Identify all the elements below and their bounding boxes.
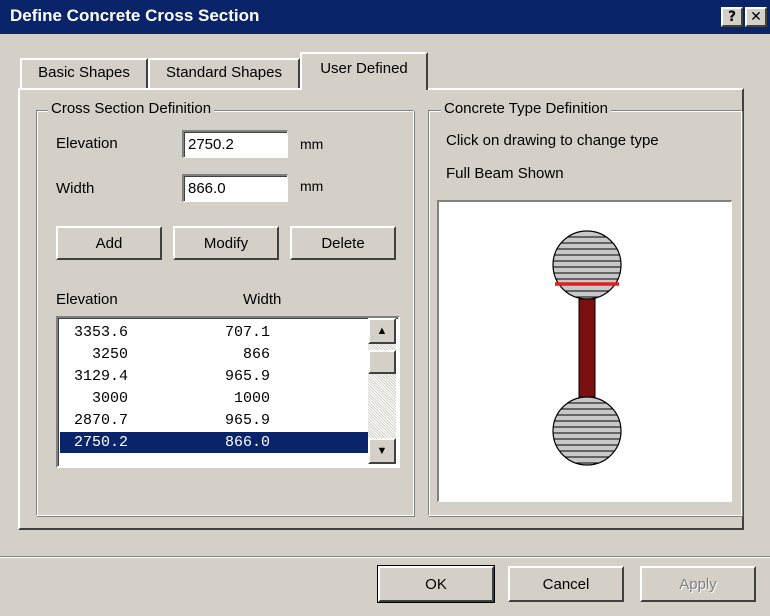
ok-button[interactable]: OK [377,565,495,603]
arrow-down-icon: ▼ [376,445,388,457]
add-button[interactable]: Add [56,226,162,260]
concrete-type-instruction: Click on drawing to change type [446,132,659,149]
width-label: Width [56,180,95,197]
column-header-width: Width [243,291,282,308]
delete-button[interactable]: Delete [290,226,396,260]
tab-user-defined[interactable]: User Defined [300,52,428,90]
footer-separator [0,556,770,558]
bottom-flange[interactable] [549,396,625,466]
column-header-elevation: Elevation [56,291,118,308]
elevation-width-list[interactable]: 3353.6 707.1 3250 866 3129.4 965.9 3000 1000 287… [56,316,400,468]
list-item-width: 1000 [233,390,270,407]
width-input[interactable] [182,174,288,202]
list-item[interactable]: 2750.2 866.0 [60,432,373,453]
beam-drawing[interactable] [439,202,731,501]
list-item-width: 707.1 [224,324,270,341]
list-item[interactable]: 3250 866 [60,344,373,365]
scroll-up-button[interactable]: ▲ [368,318,396,344]
concrete-type-legend: Concrete Type Definition [441,100,611,117]
list-item-width: 866.0 [224,434,270,451]
scroll-thumb[interactable] [368,350,396,374]
list-scrollbar[interactable]: ▲ ▼ [368,318,396,464]
arrow-up-icon: ▲ [376,325,388,337]
list-item-elevation: 2870.7 [73,412,128,429]
beam-drawing-canvas[interactable] [437,200,732,502]
list-item-elevation: 3000 [91,390,128,407]
list-item[interactable]: 2870.7 965.9 [60,410,373,431]
beam-web[interactable] [578,298,596,398]
list-item-elevation: 3129.4 [73,368,128,385]
cancel-button[interactable]: Cancel [508,566,624,602]
list-item-elevation: 2750.2 [73,434,128,451]
modify-button[interactable]: Modify [173,226,279,260]
list-item[interactable]: 3129.4 965.9 [60,366,373,387]
list-item-width: 866 [242,346,270,363]
list-item[interactable]: 3353.6 707.1 [60,322,373,343]
apply-button[interactable]: Apply [640,566,756,602]
elevation-input[interactable] [182,130,288,158]
beam-status-text: Full Beam Shown [446,165,564,182]
list-item-width: 965.9 [224,368,270,385]
list-item-elevation: 3250 [91,346,128,363]
list-item-elevation: 3353.6 [73,324,128,341]
elevation-unit: mm [300,136,324,152]
scroll-down-button[interactable]: ▼ [368,438,396,464]
top-flange[interactable] [549,230,625,300]
list-item-width: 965.9 [224,412,270,429]
list-item[interactable]: 3000 1000 [60,388,373,409]
cross-section-legend: Cross Section Definition [48,100,215,117]
width-unit: mm [300,178,324,194]
elevation-label: Elevation [56,135,118,152]
